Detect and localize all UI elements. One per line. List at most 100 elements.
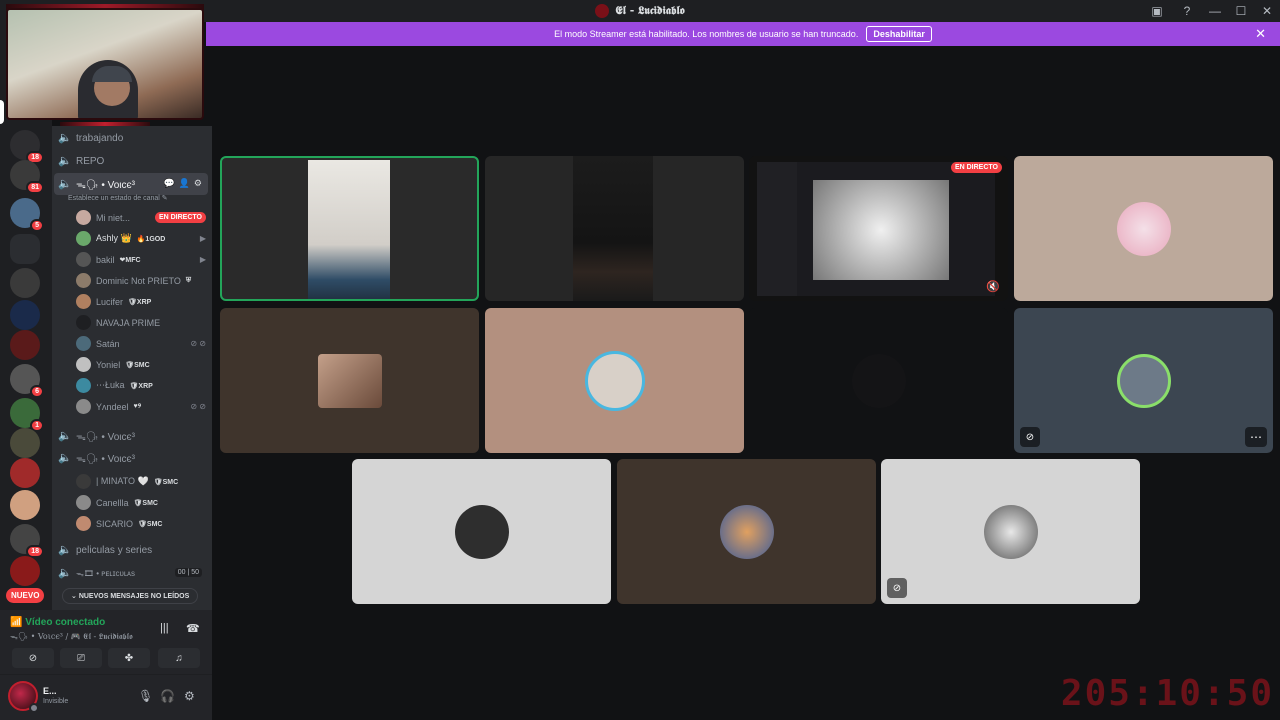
activities-icon[interactable]: ✤ [108,648,150,668]
camera-icon: ▶ [199,255,206,264]
server-icon[interactable] [10,458,40,488]
username: E... [43,686,57,696]
server-icon[interactable] [10,300,40,330]
video-tile[interactable] [485,156,744,301]
server-icon[interactable]: 6 [10,364,44,398]
speaker-icon: 🔈 [58,178,72,190]
avatar-tile[interactable] [220,308,479,453]
channel-voice-2[interactable]: 🔈 ᯓ🗣 • Voιcє³ [58,426,135,446]
voice-user[interactable]: Yʌndeel ♥୨ ⊘ ⊘ [76,397,206,416]
voice-user[interactable]: Ashly 👑 🔥1GOD ▶ [76,229,206,248]
voice-user[interactable]: Canellla 🛡SMC [76,493,206,512]
new-badge[interactable]: NUEVO [6,588,45,603]
channel-status-placeholder[interactable]: Establece un estado de canal ✎ [68,194,168,202]
server-icon[interactable] [10,268,40,298]
voice-user[interactable]: Lucifer 🛡XRP [76,292,206,311]
channel-voice-3[interactable]: 🔈 ᯓ🗣 • Voιcє³ [58,448,135,468]
avatar-tile[interactable]: ⊘ ⋯ [1014,308,1273,453]
channel-label: trabajando [76,132,124,144]
channel-voice-active[interactable]: 🔈 ᯓ🗣 • Voιcє³ 💬 👤 ⚙ [54,173,208,195]
voice-user[interactable]: bakil ❤MFC ▶ [76,250,206,269]
muted-icon[interactable]: 🔇 [986,280,1000,293]
status-indicator [29,703,39,713]
server-icon[interactable]: 18 [10,130,44,164]
avatar [76,495,91,510]
gear-icon[interactable]: ⚙ [194,178,202,189]
avatar-tile[interactable] [485,308,744,453]
channel-peliculas-2[interactable]: 🔈 ᯓ🎞 • ᴘᴇʟɪᴄᴜʟᴀs 00 | 50 [58,563,210,583]
screen-sidebar [757,162,797,296]
avatar [76,231,91,246]
microphone-icon[interactable]: 🎙 [138,689,153,703]
channel-repo[interactable]: 🔈 REPO [58,151,104,171]
speaker-icon: 🔈 [58,430,72,442]
avatar-tile[interactable]: ⊘ [881,459,1140,604]
new-unread-messages-button[interactable]: ⌄ NUEVOS MENSAJES NO LEÍDOS [62,588,199,604]
voice-user[interactable]: NAVAJA PRIME [76,313,206,332]
server-folder[interactable]: 5 [10,198,44,232]
invite-icon[interactable]: 👤 [179,178,190,189]
inbox-icon[interactable]: ▣ [1142,0,1172,22]
voice-status[interactable]: 📶 Vídeo conectado [10,617,105,628]
screen-share-icon[interactable]: ⎚ [60,648,102,668]
help-icon[interactable]: ? [1172,0,1202,22]
speaker-icon: 🔈 [58,155,72,167]
camera-off-icon[interactable]: ⊘ [12,648,54,668]
deafened-icon: ⊘ [1020,427,1040,447]
user-panel: E... Invisible 🎙 🎧 ⚙ [0,674,212,720]
server-icon[interactable]: 18 [10,524,44,558]
empty-tile [749,308,1008,453]
avatar [851,353,906,408]
more-options-icon[interactable]: ⋯ [1245,427,1267,447]
soundboard-icon[interactable]: ♫ [158,648,200,668]
voice-user[interactable]: | MINATO 🤍 🛡SMC [76,472,206,491]
disable-streamer-button[interactable]: Deshabilitar [866,26,932,42]
voice-location[interactable]: ᯓ🗣 • Voιcє³ / 🎮 𝕰𝖑 - 𝕷𝖚𝖈𝖎𝖉𝖎𝖆𝖇𝖑𝖔 [10,631,133,642]
minimize-icon[interactable]: — [1202,0,1228,22]
deafened-icon: ⊘ ⊘ [190,339,206,348]
avatar [317,353,382,408]
channel-peliculas[interactable]: 🔈 peliculas y series [58,540,152,560]
headphones-icon[interactable]: 🎧 [160,689,175,703]
close-icon[interactable]: ✕ [1254,0,1280,22]
banner-text: El modo Streamer está habilitado. Los no… [554,29,859,39]
avatar-tile[interactable] [352,459,611,604]
server-icon[interactable]: 1 [10,398,44,432]
channel-label: ᯓ🗣 • Voιcє³ [76,180,135,191]
server-icon[interactable] [10,428,40,458]
voice-user[interactable]: SICARIO 🛡SMC [76,514,206,533]
banner-close-icon[interactable]: ✕ [1255,26,1266,42]
server-icon[interactable]: 81 [10,160,44,194]
disconnect-icon[interactable]: ☎ [186,622,200,635]
avatar [454,504,509,559]
channel-trabajando[interactable]: 🔈 trabajando [58,128,123,148]
chat-icon[interactable]: 💬 [163,178,174,189]
maximize-icon[interactable]: ☐ [1228,0,1254,22]
discord-icon [595,4,610,18]
voice-user[interactable]: Yoniel 🛡SMC [76,355,206,374]
avatar [76,474,91,489]
avatar [983,504,1038,559]
server-icon[interactable] [10,556,40,586]
video-tile[interactable] [220,156,479,301]
folder-icon[interactable] [10,234,40,264]
avatar-tile[interactable] [1014,156,1273,301]
avatar-tile[interactable] [617,459,876,604]
server-icon[interactable] [10,330,40,360]
avatar [76,399,91,414]
voice-user[interactable]: Mi niet... EN DIRECTO [76,208,206,227]
stream-tile[interactable]: EN DIRECTO 🔇 [749,156,1008,301]
voice-user[interactable]: ⋯Łuka 🛡XRP [76,376,206,395]
noise-suppression-icon[interactable]: ||| [160,622,169,634]
video-stage: EN DIRECTO 🔇 ⊘ ⋯ ⊘ 205:10:50 [212,46,1280,720]
avatar [76,273,91,288]
window-title: 𝕰𝖑 - 𝕷𝖚𝖈𝖎𝖉𝖎𝖆𝖇𝖑𝖔 [595,4,685,18]
voice-user[interactable]: Satán ⊘ ⊘ [76,334,206,353]
avatar [76,210,91,225]
voice-user[interactable]: Dominic Not PRIETO ⛨ [76,271,206,290]
screen-content [813,180,949,280]
gear-icon[interactable]: ⚙ [184,689,195,703]
speaker-icon: 🔈 [58,132,72,144]
server-icon[interactable] [10,490,40,520]
avatar [76,336,91,351]
